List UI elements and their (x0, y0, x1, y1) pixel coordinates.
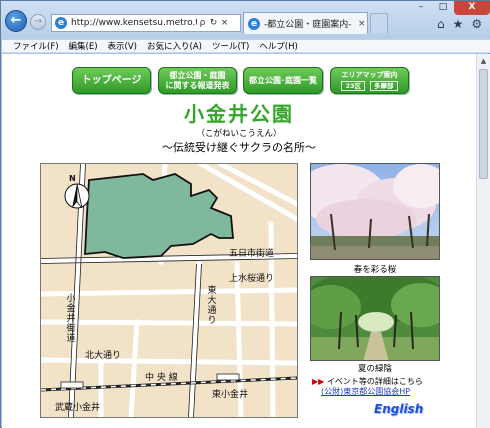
search-icon[interactable]: ρ (197, 18, 208, 28)
press-release-label-2: に関する報道発表 (165, 80, 230, 90)
menu-help[interactable]: ヘルプ(H) (259, 40, 298, 52)
spring-caption: 春を彩る桜 (353, 265, 397, 275)
page-title-reading: （こがねいこうえん） (196, 129, 282, 139)
event-info-text: イベント等の詳細はこちら (326, 377, 423, 386)
home-icon[interactable]: ⌂ (437, 17, 445, 31)
press-release-label-1: 都立公園・庭園 (169, 70, 226, 80)
menu-edit[interactable]: 編集(E) (69, 40, 98, 52)
toolbar-icons: ⌂ ★ ⚙ (437, 17, 482, 31)
forward-button[interactable]: → (30, 14, 46, 30)
browser-window: ← → e http://www.kensetsu.metro.t... ρ ↻… (0, 0, 490, 428)
tab-active[interactable]: e -都立公園・庭園案内- × (243, 12, 368, 34)
top-page-button[interactable]: トップページ (72, 67, 151, 94)
english-button[interactable]: English (374, 402, 423, 416)
park-area (84, 173, 234, 259)
minimize-button[interactable]: – (410, 1, 432, 15)
summer-green-photo (310, 276, 440, 361)
menu-bar: ファイル(F) 編集(E) 表示(V) お気に入り(A) ツール(T) ヘルプ(… (2, 39, 490, 53)
new-tab-button[interactable] (370, 13, 388, 33)
page-content: トップページ 都立公園・庭園 に関する報道発表 都立公園･庭園一覧 エリアマップ… (2, 54, 476, 428)
map-label-musashi-koganei: 武蔵小金井 (55, 403, 101, 413)
map-label-higashi-koganei: 東小金井 (212, 390, 249, 400)
tab-title[interactable]: -都立公園・庭園案内- (264, 17, 356, 30)
map-label-chuo-line: 中 央 線 (145, 373, 178, 383)
browser-toolbar: ← → e http://www.kensetsu.metro.t... ρ ↻… (1, 1, 490, 39)
tab-page-icon: e (248, 17, 260, 30)
map-label-kitaohdori: 北大通り (85, 351, 122, 361)
favorites-icon[interactable]: ★ (453, 17, 464, 31)
ie-page-icon: e (55, 17, 67, 29)
back-button[interactable]: ← (5, 10, 27, 32)
menu-view[interactable]: 表示(V) (108, 40, 137, 52)
refresh-icon[interactable]: ↻ (208, 18, 219, 28)
stop-icon[interactable]: × (219, 18, 230, 28)
scroll-up-icon[interactable]: ▲ (477, 54, 490, 68)
area-map-button[interactable]: エリアマップ案内 23区 多摩部 (330, 67, 409, 94)
page-title: 小金井公園 (184, 102, 294, 126)
menu-tools[interactable]: ツール(T) (212, 40, 249, 52)
maximize-button[interactable]: □ (432, 1, 454, 15)
map-label-higashiohdori: 東大通り (207, 286, 217, 326)
double-arrow-icon: ▶▶ (312, 377, 325, 386)
map-label-itsukaichi: 五日市街道 (229, 249, 275, 259)
press-release-button[interactable]: 都立公園・庭園 に関する報道発表 (158, 67, 237, 94)
area-map-label: エリアマップ案内 (341, 70, 398, 79)
tools-icon[interactable]: ⚙ (471, 17, 482, 31)
close-window-button[interactable]: X (454, 1, 490, 15)
park-list-button[interactable]: 都立公園･庭園一覧 (243, 67, 323, 94)
area-tama-link[interactable]: 多摩部 (370, 80, 398, 91)
summer-caption: 夏の緑陰 (357, 364, 392, 374)
scrollbar-thumb[interactable] (479, 69, 488, 179)
map-label-koganei-kaido: 小金井街道 (66, 294, 76, 344)
vertical-scrollbar[interactable]: ▲ (476, 54, 490, 428)
area-23-link[interactable]: 23区 (341, 80, 366, 91)
park-association-link[interactable]: (公財)東京都公園協会HP (321, 386, 410, 397)
address-bar[interactable]: e http://www.kensetsu.metro.t... ρ ↻ × (51, 14, 241, 32)
page-tagline: 〜伝統受け継ぐサクラの名所〜 (162, 141, 316, 154)
compass-icon (64, 183, 90, 209)
menu-file[interactable]: ファイル(F) (13, 40, 59, 52)
cherry-blossom-photo (310, 163, 440, 260)
menu-favorites[interactable]: お気に入り(A) (147, 40, 202, 52)
park-map: N 五日市街道 上水桜通り 小金井街道 東大通り 北大通り 中 央 線 武蔵小金… (40, 163, 298, 418)
tab-close-icon[interactable]: × (358, 19, 366, 29)
compass-label: N (69, 174, 76, 183)
map-label-kamimizu: 上水桜通り (229, 274, 275, 284)
url-text[interactable]: http://www.kensetsu.metro.t... (71, 18, 197, 28)
